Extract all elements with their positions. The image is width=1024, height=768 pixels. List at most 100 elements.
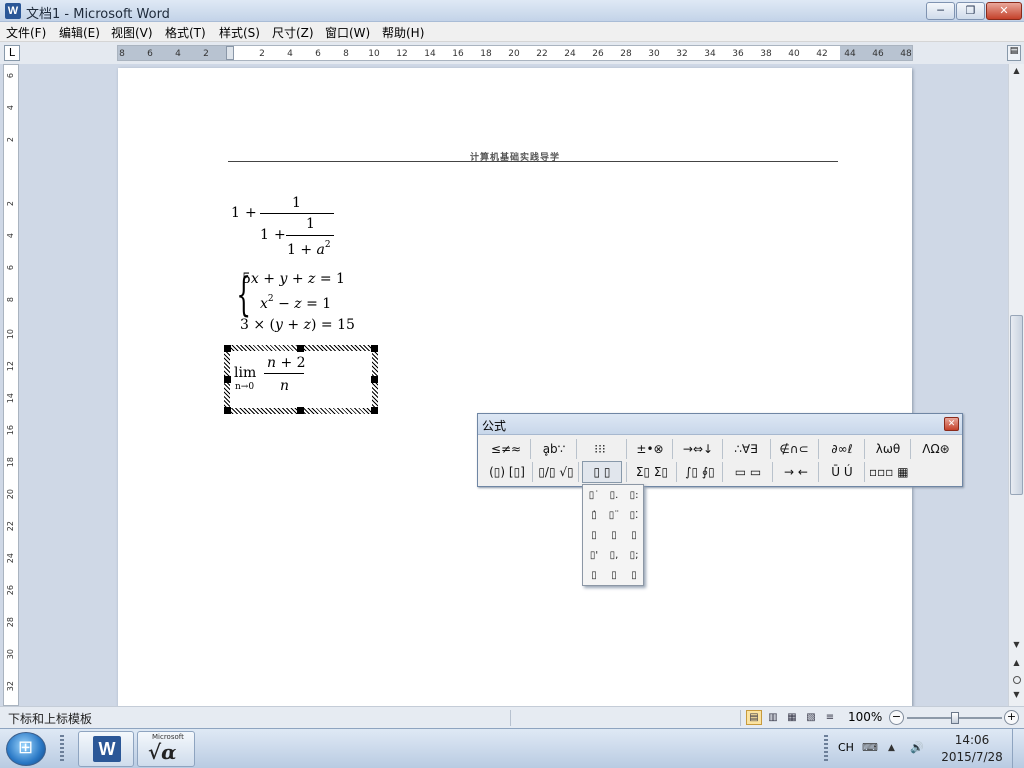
subscript-template-option[interactable]: ▯	[605, 527, 623, 545]
subscript-template-option[interactable]: ▯	[625, 527, 643, 545]
word-app-icon: W	[5, 3, 21, 19]
menu-file[interactable]: 文件(F)	[6, 24, 46, 41]
template-palette-button[interactable]: ▫▫▫ ▦	[868, 461, 909, 483]
template-palette-button[interactable]: ∫▯ ∮▯	[680, 461, 720, 483]
zoom-slider-thumb[interactable]	[950, 712, 959, 724]
input-language-indicator[interactable]: CH	[838, 741, 854, 754]
scroll-down-arrow-icon[interactable]: ▼	[1009, 640, 1024, 654]
resize-handle-sw[interactable]	[224, 407, 231, 414]
subscript-template-option[interactable]: ▯,	[605, 547, 623, 565]
resize-handle-e[interactable]	[371, 376, 378, 383]
template-palette-button[interactable]: (▯) [▯]	[484, 461, 530, 483]
zoom-level-label[interactable]: 100%	[848, 710, 882, 724]
ruler-view-icon[interactable]: ▤	[1007, 45, 1021, 61]
template-palette-button[interactable]: ▭ ▭	[726, 461, 770, 483]
clock-date[interactable]: 2015/7/28	[940, 750, 1004, 764]
palette-separator	[676, 462, 677, 482]
indent-marker[interactable]	[226, 46, 234, 60]
select-browse-object-icon[interactable]	[1013, 676, 1021, 684]
symbol-palette-button[interactable]: ≤≠≈	[486, 438, 526, 460]
symbol-palette-button[interactable]: ΛΩ⊛	[914, 438, 958, 460]
zoom-out-button[interactable]: −	[889, 710, 904, 725]
subscript-template-option[interactable]: ▯:	[625, 487, 643, 505]
subscript-template-option[interactable]: ▯	[625, 567, 643, 585]
subscript-template-option[interactable]: ▯	[585, 567, 603, 585]
menu-edit[interactable]: 编辑(E)	[59, 24, 100, 41]
menu-help[interactable]: 帮助(H)	[382, 24, 424, 41]
eq3-content: lim n→0 n + 2 n	[230, 351, 372, 408]
web-layout-view-icon[interactable]: ▦	[784, 710, 800, 725]
equation-limit-selected[interactable]: lim n→0 n + 2 n	[224, 345, 378, 414]
vruler-tick-label: 24	[6, 553, 15, 564]
draft-view-icon[interactable]: ≡	[822, 710, 838, 725]
symbol-palette-button[interactable]: ±•⊗	[630, 438, 670, 460]
subscript-template-option[interactable]: ▯	[605, 567, 623, 585]
print-layout-view-icon[interactable]: ▤	[746, 710, 762, 725]
subscript-template-option[interactable]: ▯˙	[585, 487, 603, 505]
maximize-button[interactable]: ❐	[956, 2, 985, 20]
symbol-palette-button[interactable]: ⁝⁝⁝	[580, 438, 620, 460]
ruler-tick-label: 32	[676, 49, 688, 59]
subscript-template-option[interactable]: ▯⁚	[625, 507, 643, 525]
status-text: 下标和上标模板	[8, 712, 93, 726]
template-palette-button[interactable]: ▯/▯ √▯	[536, 461, 576, 483]
symbol-palette-button[interactable]: →⇔↓	[676, 438, 720, 460]
equation-toolbar-close-button[interactable]: ✕	[944, 417, 959, 431]
clock-time[interactable]: 14:06	[940, 733, 1004, 747]
subscript-template-option[interactable]: ▯.	[605, 487, 623, 505]
vertical-ruler[interactable]: 6 4 2 2 4 6 8 10 12 14 16 18 20 22 24 26 28 30 32	[3, 64, 19, 706]
template-palette-button[interactable]: → ←	[776, 461, 816, 483]
taskbar-equation-editor-button[interactable]: Microsoft √α	[137, 731, 195, 767]
vruler-tick-label: 28	[6, 617, 15, 628]
ruler-tick-label: 36	[732, 49, 744, 59]
taskbar-word-button[interactable]: W	[78, 731, 134, 767]
document-page[interactable]: 计算机基础实践导学 1 + 1 1 + 1 1 + a2 { 5x + y + …	[118, 68, 912, 706]
resize-handle-ne[interactable]	[371, 345, 378, 352]
resize-handle-w[interactable]	[224, 376, 231, 383]
title-bar: W 文档1 - Microsoft Word ─ ❐ ✕	[0, 0, 1024, 22]
menu-view[interactable]: 视图(V)	[111, 24, 153, 41]
template-palette-button[interactable]: Σ▯ Σ▯	[630, 461, 674, 483]
subscript-template-option[interactable]: ▯¨	[605, 507, 623, 525]
symbol-palette-button[interactable]: ḁb∵	[534, 438, 574, 460]
symbol-palette-button[interactable]: λωθ	[868, 438, 908, 460]
subscript-template-option[interactable]: ▯̇	[585, 507, 603, 525]
symbol-palette-button[interactable]: ∴∀∃	[726, 438, 766, 460]
menu-format[interactable]: 格式(T)	[165, 24, 206, 41]
next-page-icon[interactable]: ▼	[1009, 690, 1024, 704]
resize-handle-se[interactable]	[371, 407, 378, 414]
symbol-palette-button[interactable]: ∉∩⊂	[774, 438, 814, 460]
scroll-up-arrow-icon[interactable]: ▲	[1009, 66, 1024, 80]
full-screen-reading-icon[interactable]: ▥	[765, 710, 781, 725]
resize-handle-s[interactable]	[297, 407, 304, 414]
resize-handle-n[interactable]	[297, 345, 304, 352]
scroll-thumb[interactable]	[1010, 315, 1023, 495]
show-desktop-button[interactable]	[1012, 729, 1024, 768]
equation-toolbar-titlebar[interactable]: 公式 ✕	[478, 414, 962, 435]
palette-separator	[576, 439, 577, 459]
subscript-template-option[interactable]: ▯;	[625, 547, 643, 565]
subscript-template-option[interactable]: ▯'	[585, 547, 603, 565]
vertical-scrollbar[interactable]: ▲ ▼ ▲ ▼	[1008, 64, 1024, 706]
volume-icon[interactable]: 🔊	[910, 741, 924, 754]
template-palette-button[interactable]: Ū Ú	[822, 461, 862, 483]
keyboard-icon[interactable]: ⌨	[862, 741, 878, 754]
prev-page-icon[interactable]: ▲	[1009, 658, 1024, 672]
symbol-palette-button[interactable]: ∂∞ℓ	[822, 438, 862, 460]
close-button[interactable]: ✕	[986, 2, 1022, 20]
tab-selector[interactable]: L	[4, 45, 20, 61]
start-button[interactable]	[6, 732, 46, 766]
menu-style[interactable]: 样式(S)	[219, 24, 260, 41]
minimize-button[interactable]: ─	[926, 2, 955, 20]
menu-window[interactable]: 窗口(W)	[325, 24, 370, 41]
resize-handle-nw[interactable]	[224, 345, 231, 352]
ruler-tick-label: 8	[119, 49, 125, 59]
menu-size[interactable]: 尺寸(Z)	[272, 24, 314, 41]
vruler-tick-label: 8	[6, 297, 15, 303]
subscript-superscript-template-button[interactable]: ▯ ▯	[582, 461, 622, 483]
show-hidden-icons-icon[interactable]: ▲	[888, 743, 895, 753]
zoom-in-button[interactable]: +	[1004, 710, 1019, 725]
outline-view-icon[interactable]: ▧	[803, 710, 819, 725]
horizontal-ruler[interactable]: 8 6 4 2 2 4 6 8 10 12 14 16 18 20 22 24 26 28 30 32 34 36 38 40…	[117, 45, 913, 61]
subscript-template-option[interactable]: ▯	[585, 527, 603, 545]
